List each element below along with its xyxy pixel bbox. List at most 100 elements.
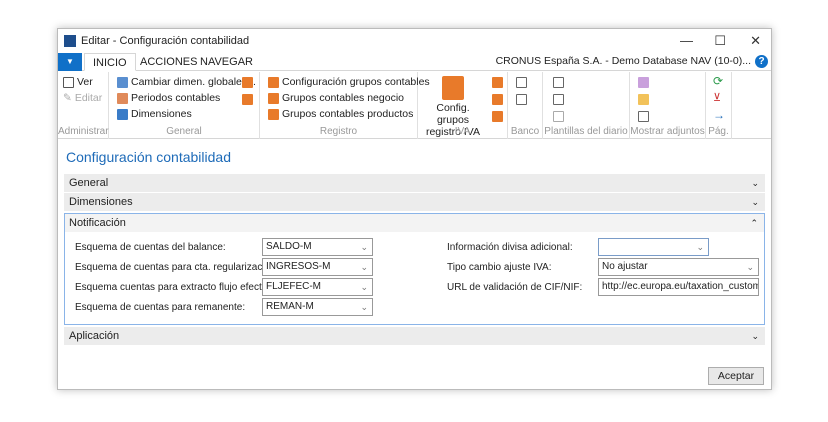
field-value: SALDO-M [266,241,312,252]
regularizacion-label: Esquema de cuentas para cta. regularizac… [75,262,279,273]
links-icon[interactable] [638,77,649,88]
periodos-button[interactable]: Periodos contables [117,92,220,104]
url-input[interactable]: http://ec.europa.eu/taxation_custom... [598,278,759,296]
item-label: Cambiar dimen. globales... [131,76,256,88]
title-bar: Editar - Configuración contabilidad — ☐ … [58,29,771,53]
regularizacion-select[interactable]: INGRESOS-M ⌄ [262,258,373,276]
company-name: CRONUS España S.A. - Demo Database NAV (… [495,55,751,67]
group-label: Plantillas del diario [544,126,628,137]
ver-button[interactable]: Ver [63,76,93,88]
group-pag: ⟳ ⊻ → Pág. [706,72,732,139]
divisa-select[interactable]: ⌄ [598,238,709,256]
document-icon[interactable] [553,94,564,105]
dialog-window: Editar - Configuración contabilidad — ☐ … [57,28,772,390]
item-label: Periodos contables [131,92,221,104]
flujo-select[interactable]: FLJEFEC-M ⌄ [262,278,373,296]
chevron-down-icon: ⌄ [360,282,368,292]
section-notificacion: Notificación ⌃ Esquema de cuentas del bal… [64,213,765,325]
chevron-down-icon: ⌄ [360,242,368,252]
calendar-icon [117,92,128,104]
grupos-productos-button[interactable]: Grupos contables productos [268,108,413,120]
field-value: No ajustar [602,261,648,272]
blank-icon[interactable] [553,111,564,122]
item-label: Dimensiones [131,108,192,120]
tab-inicio[interactable]: INICIO [84,53,136,71]
pencil-icon: ✎ [63,92,72,104]
cambiar-dimen-button[interactable]: Cambiar dimen. globales... [117,76,256,88]
group-registro: Configuración grupos contables Grupos co… [260,72,430,139]
setup-icon[interactable] [242,94,253,105]
clear-filter-icon[interactable]: ⊻ [713,91,721,104]
tab-bar: ▼ INICIO ACCIONES NAVEGAR CRONUS España … [58,53,771,71]
balance-label: Esquema de cuentas del balance: [75,242,226,253]
group-label: Registro [319,126,358,137]
item-label: Configuración grupos contables [282,76,430,88]
big-label-1: Config. grupos [436,102,470,126]
section-label: Aplicación [69,330,120,342]
dimensiones-button[interactable]: Dimensiones [117,108,192,120]
chevron-down-icon: ⌄ [751,178,759,188]
group-label: Banco [510,126,540,137]
setup-icon[interactable] [492,111,503,122]
document-icon[interactable] [553,77,564,88]
chevron-down-icon: ⌄ [360,302,368,312]
field-value: REMAN-M [266,301,314,312]
note-icon[interactable] [638,94,649,105]
group-label: Pág. [708,126,729,137]
grupos-negocio-button[interactable]: Grupos contables negocio [268,92,404,104]
tipo-cambio-label: Tipo cambio ajuste IVA: [447,262,552,273]
config-grupos-button[interactable]: Configuración grupos contables [268,76,430,88]
section-label: General [69,177,109,189]
dimensions-icon [117,108,128,120]
url-label: URL de validación de CIF/NIF: [447,282,583,293]
tab-navegar[interactable]: NAVEGAR [192,53,261,71]
next-arrow-icon[interactable]: → [713,108,725,122]
chevron-up-icon: ⌃ [750,218,758,228]
maximize-button[interactable]: ☐ [714,33,726,49]
group-iva: Config. grupos registro IVA IVA [418,72,508,139]
accept-button[interactable]: Aceptar [708,367,764,385]
editar-button[interactable]: ✎ Editar [63,92,102,104]
group-label: Administrar [58,126,109,137]
group-general: Cambiar dimen. globales... Periodos cont… [109,72,260,139]
close-button[interactable]: ✕ [750,33,761,49]
help-icon[interactable]: ? [755,55,768,68]
template-icon[interactable] [516,94,527,105]
section-aplicacion[interactable]: Aplicación ⌄ [64,327,765,345]
remanente-select[interactable]: REMAN-M ⌄ [262,298,373,316]
chevron-down-icon: ⌄ [360,262,368,272]
refresh-icon[interactable]: ⟳ [713,74,723,88]
group-banco: Banco [508,72,543,139]
field-value: INGRESOS-M [266,261,331,272]
view-icon [63,76,74,88]
setup-large-icon [442,76,464,100]
chevron-down-icon: ⌄ [696,242,704,252]
divisa-label: Información divisa adicional: [447,242,573,253]
section-label: Dimensiones [69,196,133,208]
app-icon [64,35,76,47]
section-general[interactable]: General ⌄ [64,174,765,192]
attachment-icon[interactable] [638,111,649,122]
group-label: IVA [454,126,471,137]
setup-icon[interactable] [492,77,503,88]
document-icon[interactable] [516,77,527,88]
balance-select[interactable]: SALDO-M ⌄ [262,238,373,256]
app-menu-button[interactable]: ▼ [58,53,82,71]
page-title: Configuración contabilidad [66,149,231,165]
window-title: Editar - Configuración contabilidad [81,35,250,47]
group-administrar: Ver ✎ Editar Administrar [58,72,109,139]
flujo-label: Esquema cuentas para extracto flujo efec… [75,282,278,293]
ver-label: Ver [77,76,93,88]
group-plantillas: Plantillas del diario [543,72,630,139]
dimensions-icon [117,76,128,88]
tipo-cambio-select[interactable]: No ajustar ⌄ [598,258,759,276]
setup-icon[interactable] [492,94,503,105]
section-header[interactable]: Notificación ⌃ [65,214,764,232]
setup-icon[interactable] [242,77,253,88]
section-dimensiones[interactable]: Dimensiones ⌄ [64,193,765,211]
field-value: FLJEFEC-M [266,281,321,292]
section-label: Notificación [69,217,126,229]
minimize-button[interactable]: — [680,33,693,48]
chevron-down-icon: ⌄ [751,331,759,341]
group-label: General [166,126,202,137]
